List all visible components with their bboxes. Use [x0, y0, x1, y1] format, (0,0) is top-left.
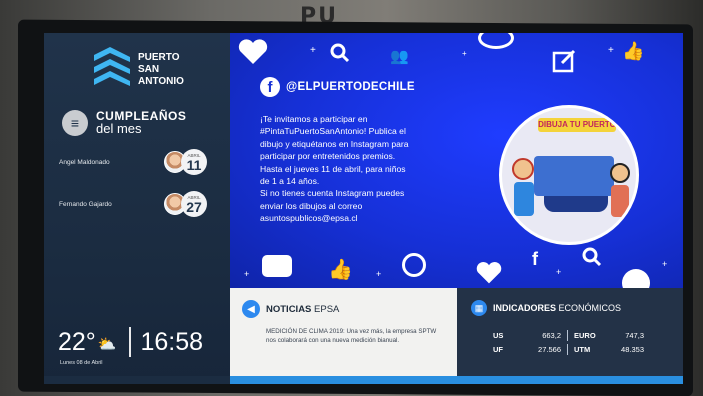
- birthday-day: 27: [186, 198, 202, 215]
- promo-line: #PintaTuPuertoSanAntonio! Publica el: [260, 126, 406, 137]
- indicators-title: INDICADORES ECONÓMICOS: [493, 303, 621, 313]
- indicator-value: 48.353: [621, 344, 644, 354]
- logo-line-3: ANTONIO: [138, 76, 184, 87]
- divider: [128, 327, 131, 357]
- kid-body: [611, 185, 629, 217]
- kid-illustration: [512, 158, 534, 180]
- news-panel: ◀ NOTICIAS EPSA MEDICIÓN DE CLIMA 2019: …: [230, 288, 457, 376]
- temperature: 22°: [58, 327, 96, 356]
- promo-line: Si no tienes cuenta Instagram puedes: [260, 188, 405, 199]
- logo-line-2: SAN: [138, 64, 160, 75]
- instagram-contest-promo: + 👥 + + 👍 f @ELPUERTODECHILE ¡Te invitam…: [230, 33, 683, 288]
- ship-hull: [544, 196, 608, 212]
- plus-icon: +: [310, 45, 316, 56]
- promo-line: participar por entretenidos premios.: [260, 151, 396, 162]
- promo-line: dibujo y etiquétanos en Instagram para: [260, 138, 409, 149]
- plus-icon: +: [662, 259, 668, 269]
- indicators-header: ▦ INDICADORES ECONÓMICOS: [471, 300, 621, 316]
- ship-illustration: [534, 156, 614, 196]
- plus-icon: +: [462, 49, 467, 58]
- digital-signage-screen: PUERTO SAN ANTONIO ≡ CUMPLEAÑOS del mes …: [44, 33, 683, 384]
- kid-body: [514, 182, 534, 216]
- person-name: Fernando Gajardo: [59, 200, 112, 208]
- news-title: NOTICIAS EPSA: [266, 304, 339, 315]
- users-icon: 👥: [390, 48, 409, 65]
- bottom-sidebar-bar: [44, 376, 230, 384]
- indicators-title-bold: INDICADORES: [493, 303, 557, 313]
- plus-icon: +: [376, 269, 382, 279]
- divider: [567, 343, 568, 355]
- circle-shape-icon: [478, 33, 514, 49]
- chart-icon: ▦: [471, 300, 487, 316]
- promo-line: de 1 a 14 años.: [260, 176, 320, 187]
- contest-illustration: DIBUJA TU PUERTO: [499, 105, 639, 245]
- puerto-san-antonio-logo: PUERTO SAN ANTONIO: [92, 45, 184, 95]
- indicator-row: UF 27.566 UTM 48.353: [493, 342, 671, 356]
- kid-illustration: [610, 163, 630, 183]
- clock-time: 16:58: [140, 327, 204, 356]
- economic-indicators-panel: ▦ INDICADORES ECONÓMICOS US 663,2 EURO 7…: [457, 288, 683, 376]
- news-body: MEDICIÓN DE CLIMA 2019: Una vez más, la …: [266, 328, 437, 344]
- plus-icon: +: [244, 269, 250, 279]
- news-title-bold: NOTICIAS: [266, 303, 312, 315]
- indicator-value: 747,3: [625, 330, 644, 340]
- divider: [567, 329, 568, 341]
- weather-clock: 22° ⛅ 16:58: [58, 327, 203, 357]
- birthdays-header: ≡ CUMPLEAÑOS del mes: [62, 109, 186, 136]
- birthday-date-badge: ABRIL 11: [181, 149, 207, 175]
- close-icon: [622, 269, 650, 288]
- birthday-date-badge: ABRIL 27: [181, 191, 207, 217]
- thumbs-up-icon: 👍: [622, 41, 645, 61]
- facebook-icon: f: [260, 77, 280, 97]
- thumbs-up-icon: 👍: [328, 259, 353, 281]
- clock-date: Lunes 08 de Abril: [60, 360, 103, 366]
- sidebar: PUERTO SAN ANTONIO ≡ CUMPLEAÑOS del mes …: [44, 33, 230, 384]
- promo-text: ¡Te invitamos a participar en #PintaTuPu…: [260, 113, 510, 225]
- indicators-title-rest: ECONÓMICOS: [556, 303, 622, 313]
- indicator-key: EURO: [574, 330, 596, 340]
- indicator-row: US 663,2 EURO 747,3: [493, 328, 671, 342]
- news-title-rest: EPSA: [311, 303, 340, 315]
- birthday-day: 11: [186, 156, 202, 173]
- indicator-key: UF: [493, 344, 503, 354]
- promo-line: ¡Te invitamos a participar en: [260, 114, 368, 124]
- person-name: Angel Maldonado: [59, 158, 110, 166]
- birthdays-title: CUMPLEAÑOS del mes: [96, 109, 186, 136]
- facebook-handle-row: f @ELPUERTODECHILE: [260, 77, 415, 97]
- heart-icon: [238, 39, 268, 64]
- indicator-value: 663,2: [542, 330, 561, 340]
- birthday-person: Angel Maldonado ABRIL 11: [59, 149, 219, 175]
- facebook-handle: @ELPUERTODECHILE: [286, 81, 415, 93]
- indicator-value: 27.566: [538, 344, 561, 354]
- globe-icon: [402, 253, 426, 277]
- megaphone-icon: ◀: [242, 300, 260, 318]
- plus-icon: +: [608, 45, 614, 56]
- heart-icon: [476, 262, 502, 284]
- search-icon: [582, 247, 602, 267]
- news-header: ◀ NOTICIAS EPSA: [242, 300, 339, 318]
- birthdays-title-line-2: del mes: [96, 121, 142, 136]
- birthday-person: Fernando Gajardo ABRIL 27: [59, 191, 219, 217]
- search-icon: [330, 43, 350, 63]
- plus-icon: +: [556, 267, 562, 277]
- promo-line: Hasta el jueves 11 de abril, para niños: [260, 163, 406, 174]
- logo-line-1: PUERTO: [138, 52, 180, 63]
- partly-cloudy-icon: ⛅: [97, 336, 117, 353]
- indicators-table: US 663,2 EURO 747,3 UF 27.566 UTM 48.353: [493, 328, 671, 356]
- facebook-icon: f: [532, 249, 538, 269]
- edit-icon: [552, 49, 576, 73]
- indicator-key: US: [493, 330, 504, 340]
- promo-line: enviar los dibujos al correo: [260, 200, 363, 211]
- promo-line: asuntospublicos@epsa.cl: [260, 213, 358, 224]
- chat-icon: [262, 255, 292, 277]
- logo-text: PUERTO SAN ANTONIO: [138, 52, 184, 88]
- waves-logo-icon: [94, 47, 130, 86]
- contest-banner: DIBUJA TU PUERTO: [538, 118, 616, 132]
- cake-icon: ≡: [62, 109, 88, 136]
- indicator-key: UTM: [574, 344, 591, 354]
